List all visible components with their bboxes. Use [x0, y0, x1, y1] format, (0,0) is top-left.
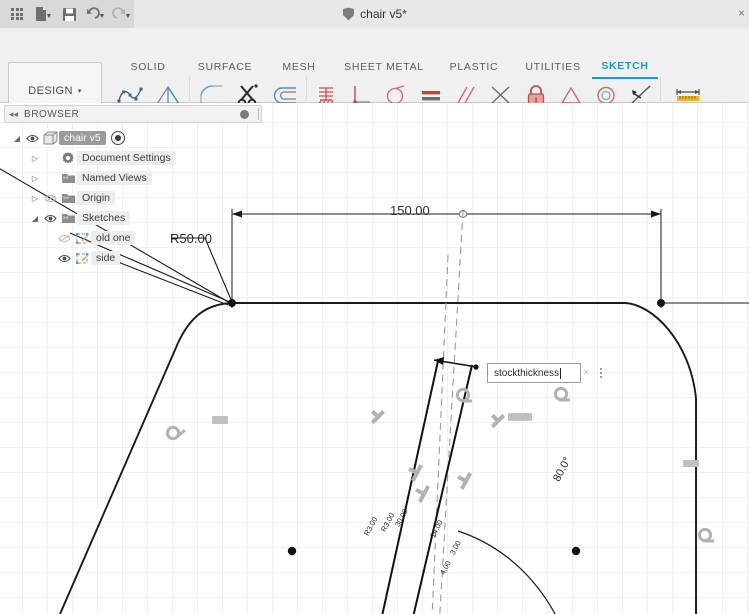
parallel-constraint-icon — [457, 472, 472, 490]
perpendicular-constraint-icon — [370, 409, 386, 425]
tree-item-chair-v5[interactable]: ◢ chair v5 — [10, 128, 240, 148]
chevron-down-icon: ▼ — [45, 12, 53, 20]
tab-surface[interactable]: SURFACE — [186, 58, 264, 78]
parallel-constraint-icon — [408, 464, 423, 482]
folder-icon — [59, 172, 77, 184]
visibility-eye-icon[interactable] — [42, 214, 59, 223]
equal-constraint-icon — [508, 413, 532, 421]
redo-icon[interactable]: ▼ — [108, 1, 134, 27]
tree-item-side[interactable]: side — [10, 248, 240, 268]
tab-utilities[interactable]: UTILITIES — [514, 58, 592, 78]
tree-item-label: old one — [91, 231, 136, 245]
visibility-eye-icon[interactable] — [56, 254, 73, 263]
close-icon[interactable]: × — [738, 6, 745, 20]
tangent-constraint-icon — [165, 425, 186, 441]
tab-mesh[interactable]: MESH — [264, 58, 334, 78]
ribbon-toolbar: DESIGN ▾ SOLID SURFACE MESH SHEET METAL … — [0, 28, 749, 130]
construction-lines — [431, 210, 464, 614]
dimension-value-text: stockthickness — [494, 367, 560, 379]
body-icon — [41, 131, 59, 145]
sketch-point — [571, 546, 581, 556]
gear-icon — [59, 151, 77, 165]
perpendicular-constraint-icon — [490, 413, 506, 429]
app-grid-icon[interactable] — [4, 1, 30, 27]
ribbon-tab-bar: SOLID SURFACE MESH SHEET METAL PLASTIC U… — [110, 58, 658, 79]
leg-geometry — [381, 360, 473, 614]
tree-item-origin[interactable]: ▷ Origin — [10, 188, 240, 208]
dimension-clear-icon[interactable]: × — [583, 363, 591, 383]
workspace-label: DESIGN — [28, 84, 73, 97]
save-icon[interactable] — [56, 1, 82, 27]
browser-tree: ◢ chair v5 ▷ Document Settings ▷ Named V… — [10, 128, 240, 268]
tangent-constraint-icon — [697, 527, 714, 543]
document-title: chair v5* — [360, 7, 407, 21]
sketch-icon — [73, 232, 91, 245]
quick-access-toolbar: ▼ ▼ ▼ — [0, 0, 134, 28]
tree-item-label: Sketches — [77, 211, 131, 225]
parallel-constraint-icon — [415, 485, 430, 503]
chevron-down-icon: ▼ — [124, 12, 132, 20]
tree-item-label: Document Settings — [77, 151, 176, 165]
browser-panel-header: ◂◂ BROWSER — [4, 105, 262, 123]
profile-outline — [59, 302, 697, 614]
sketch-point — [287, 546, 297, 556]
visibility-eye-icon[interactable] — [24, 134, 41, 143]
visibility-eye-off-icon[interactable] — [42, 194, 59, 203]
horizontal-constraint-icon — [212, 416, 228, 424]
tree-item-label: chair v5 — [59, 131, 106, 145]
expand-arrow-icon[interactable]: ◢ — [28, 214, 42, 223]
collapse-icon[interactable]: ◂◂ — [9, 109, 18, 120]
dimension-value-input[interactable]: stockthickness — [487, 363, 581, 383]
folder-icon — [59, 212, 77, 224]
chevron-down-icon: ▾ — [77, 87, 82, 95]
undo-icon[interactable]: ▼ — [82, 1, 108, 27]
tree-item-document-settings[interactable]: ▷ Document Settings — [10, 148, 240, 168]
horizontal-constraint-icon — [683, 460, 699, 467]
tree-item-label: Origin — [77, 191, 116, 205]
tangent-constraint-icon — [553, 386, 570, 402]
tab-plastic[interactable]: PLASTIC — [434, 58, 514, 78]
sketch-point — [473, 364, 479, 370]
expand-arrow-icon[interactable]: ◢ — [10, 134, 24, 143]
folder-icon — [59, 192, 77, 204]
visibility-eye-off-icon[interactable] — [56, 234, 73, 243]
sketch-point — [228, 299, 236, 307]
fusion360-window: ▼ ▼ ▼ chair v5* × DESIGN ▾ SOLID SURFACE… — [0, 0, 749, 614]
expand-arrow-icon[interactable]: ▷ — [28, 154, 42, 163]
panel-resize-handle[interactable] — [258, 108, 259, 120]
tree-item-sketches[interactable]: ◢ Sketches — [10, 208, 240, 228]
new-document-icon[interactable]: ▼ — [30, 1, 56, 27]
tree-item-label: Named Views — [77, 171, 152, 185]
tab-solid[interactable]: SOLID — [110, 58, 186, 78]
text-cursor — [560, 367, 562, 379]
tree-item-old-one[interactable]: old one — [10, 228, 240, 248]
tree-item-named-views[interactable]: ▷ Named Views — [10, 168, 240, 188]
title-bar: ▼ ▼ ▼ chair v5* × — [0, 0, 749, 28]
expand-arrow-icon[interactable]: ▷ — [28, 174, 42, 183]
sketch-icon — [73, 252, 91, 265]
tab-sheet-metal[interactable]: SHEET METAL — [334, 58, 434, 78]
document-shield-icon — [343, 7, 355, 21]
dimension-options-icon[interactable] — [594, 363, 608, 383]
expand-arrow-icon[interactable]: ▷ — [28, 194, 42, 203]
browser-minus-icon[interactable] — [240, 109, 249, 119]
width-dimension-label[interactable]: 150.00 — [390, 203, 430, 218]
active-component-radio[interactable] — [110, 131, 125, 145]
angle-dimension-geometry — [457, 530, 556, 614]
chevron-down-icon: ▼ — [98, 12, 106, 20]
browser-label: BROWSER — [24, 108, 80, 120]
tree-item-label: side — [91, 251, 121, 265]
